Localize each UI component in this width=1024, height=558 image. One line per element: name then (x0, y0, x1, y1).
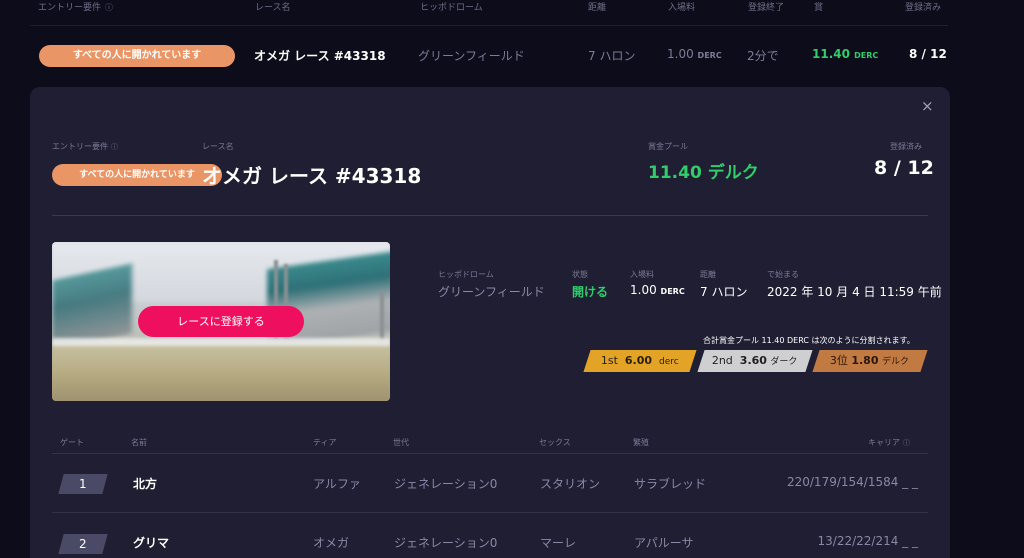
status-label: 状態 (572, 270, 588, 279)
col-header-fee: 入場料 (668, 3, 696, 13)
entry-badge: すべての人に開かれています (52, 164, 222, 186)
horse-tier: オメガ (313, 536, 350, 550)
th-gate: ゲート (60, 438, 84, 447)
close-icon[interactable]: × (921, 99, 934, 114)
table-row[interactable]: 2 グリマ オメガ ジェネレーション0 マーレ アパルーサ 13/22/22/2… (52, 513, 928, 558)
race-list-row[interactable]: すべての人に開かれています オメガ レース #43318 グリーンフィールド 7… (30, 30, 948, 80)
race-name-label: レース名 (202, 142, 234, 151)
closes-in: 2分で (747, 49, 779, 63)
distance-value: 7 ハロン (700, 285, 748, 299)
th-sex: セックス (539, 438, 571, 447)
distance: 7 ハロン (588, 49, 636, 63)
horse-name: 北方 (133, 477, 158, 491)
distance-label: 距離 (700, 270, 716, 279)
th-breed: 繁殖 (633, 438, 649, 447)
hippodrome: グリーンフィールド (418, 49, 525, 63)
fee-label: 入場料 (630, 270, 654, 279)
col-header-prize: 賞 (814, 3, 824, 13)
registered-label: 登録済み (890, 142, 922, 151)
panel-divider (52, 215, 928, 216)
col-header-entry: エントリー要件 ⓘ (38, 3, 114, 13)
status-value: 開ける (572, 285, 609, 299)
entry-fee: 1.00 DERC (667, 47, 722, 61)
start-label: で始まる (767, 270, 799, 279)
start-value: 2022 年 10 月 4 日 11:59 午前 (767, 285, 942, 299)
race-name: オメガ レース #43318 (254, 49, 386, 63)
horse-breed: サラブレッド (634, 477, 707, 491)
horse-generation: ジェネレーション0 (394, 536, 498, 550)
horse-generation: ジェネレーション0 (394, 477, 498, 491)
prize-split-note: 合計賞金プール 11.40 DERC は次のように分割されます。 (703, 336, 915, 345)
registered-count: 8 / 12 (909, 47, 947, 61)
prize: 11.40 DERC (812, 47, 879, 61)
horse-tier: アルファ (313, 477, 361, 491)
info-icon[interactable]: ⓘ (111, 143, 118, 151)
entry-label: エントリー要件 ⓘ (52, 142, 118, 151)
info-icon[interactable]: ⓘ (903, 439, 910, 447)
col-header-hippodrome: ヒッポドローム (420, 3, 483, 13)
col-header-closes: 登録終了 (748, 3, 785, 13)
entry-badge: すべての人に開かれています (39, 45, 235, 67)
th-name: 名前 (131, 438, 147, 447)
th-tier: ティア (313, 438, 337, 447)
horse-career: 13/22/22/214 _ _ (817, 534, 918, 548)
info-icon[interactable]: ⓘ (105, 3, 113, 12)
page-title: オメガ レース #43318 (202, 164, 422, 188)
horse-sex: マーレ (540, 536, 577, 550)
gate-badge: 2 (58, 534, 108, 554)
th-career: キャリア ⓘ (868, 438, 910, 447)
registered-value: 8 / 12 (874, 157, 934, 179)
prize-badge-2nd: 2nd 3.60 ダーク (697, 350, 813, 372)
header-divider (30, 25, 948, 26)
fee-value: 1.00 DERC (630, 283, 685, 297)
table-row[interactable]: 1 北方 アルファ ジェネレーション0 スタリオン サラブレッド 220/179… (52, 454, 928, 512)
prize-badge-1st: 1st 6.00 derc (583, 350, 697, 372)
col-header-distance: 距離 (588, 3, 607, 13)
register-race-button[interactable]: レースに登録する (138, 306, 304, 337)
hippodrome-value: グリーンフィールド (438, 285, 545, 299)
th-generation: 世代 (393, 438, 409, 447)
prize-badge-3rd: 3位 1.80 デルク (812, 350, 928, 372)
horse-breed: アパルーサ (634, 536, 694, 550)
horse-sex: スタリオン (540, 477, 601, 491)
col-header-registered: 登録済み (905, 3, 942, 13)
col-header-race-name: レース名 (255, 3, 291, 13)
horse-name: グリマ (133, 536, 170, 550)
track-image: レースに登録する (52, 242, 390, 401)
hippodrome-label: ヒッポドローム (438, 270, 494, 279)
prize-pool-value: 11.40 デルク (648, 163, 759, 183)
gate-badge: 1 (58, 474, 108, 494)
horse-career: 220/179/154/1584 _ _ (786, 475, 918, 489)
prize-pool-label: 賞金プール (648, 142, 688, 151)
